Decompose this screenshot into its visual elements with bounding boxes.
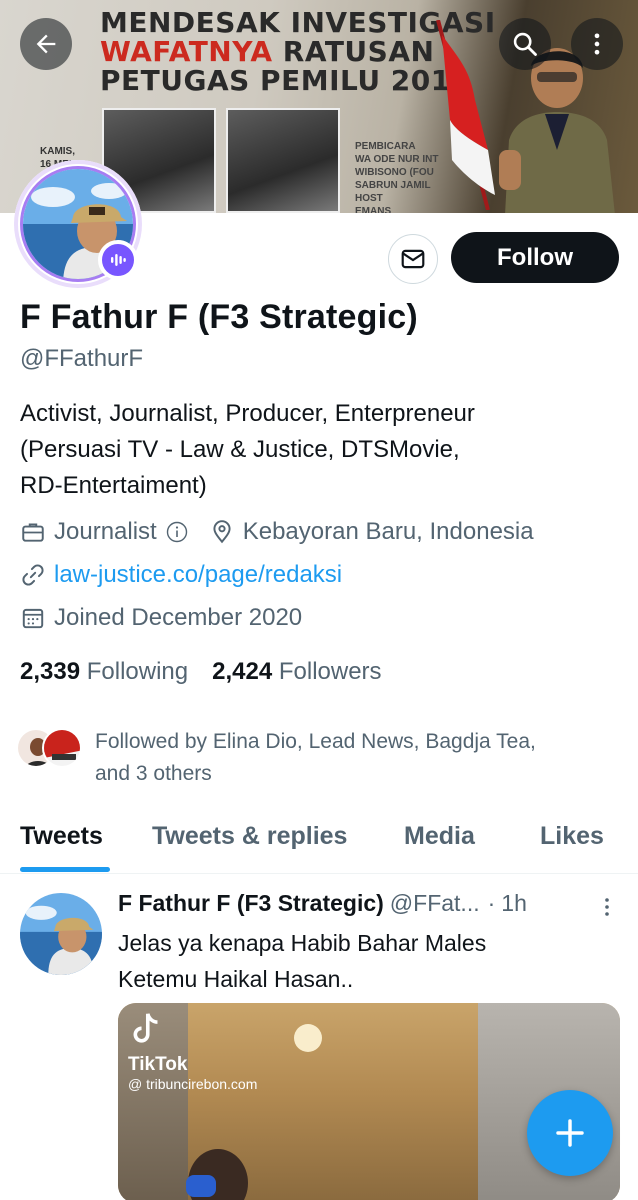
follow-button[interactable]: Follow [451,232,619,283]
more-vertical-icon [594,33,600,55]
tab-tweets-and-replies[interactable]: Tweets & replies [152,822,347,851]
tweet-header: F Fathur F (F3 Strategic) @FFat... · 1h [118,890,618,917]
link-icon [22,564,44,586]
banner-speakers-label: PEMBICARA [355,141,416,152]
following-count: 2,339 [20,658,81,685]
more-options-button[interactable] [571,18,623,70]
banner-speaker: WA ODE NUR INT [355,154,439,165]
tweet-separator: · [487,890,496,916]
tab-likes[interactable]: Likes [540,822,604,851]
banner-photo [226,108,340,213]
followers-count: 2,424 [212,658,273,685]
banner-speaker: WIBISONO (FOU [355,167,434,178]
ceiling-light [294,1024,322,1052]
avatar-photo [20,893,102,975]
profile-stats: 2,339 Following 2,424 Followers [20,658,382,686]
tiktok-watermark: TikTok @ tribuncirebon.com [128,1011,257,1092]
profile-website-link[interactable]: law-justice.co/page/redaksi [54,561,342,589]
media-person [186,1149,248,1200]
followed-by-text[interactable]: Followed by Elina Dio, Lead News, Bagdja… [95,726,615,790]
following-stat[interactable]: 2,339 Following [20,658,188,686]
profile-location: Kebayoran Baru, Indonesia [242,518,534,545]
tweet-text: Jelas ya kenapa Habib Bahar Males Ketemu… [118,925,598,997]
search-icon [513,32,537,56]
spaces-badge[interactable] [98,240,138,280]
search-button[interactable] [499,18,551,70]
banner-speaker: SABRUN JAMIL [355,180,431,191]
briefcase-icon [22,523,44,542]
bio-line: Activist, Journalist, Producer, Enterpre… [20,400,475,427]
followed-by-avatars[interactable] [16,728,82,768]
tweet-text-line: Ketemu Haikal Hasan.. [118,966,354,992]
tweet-more-icon[interactable] [600,895,614,921]
followers-label: Followers [278,658,382,685]
plus-icon [556,1119,584,1147]
banner-host-label: HOST [355,193,383,204]
profile-bio: Activist, Journalist, Producer, Enterpre… [20,396,620,504]
profile-tabs: Tweets Tweets & replies Media Likes [0,808,638,874]
followers-stat[interactable]: 2,424 Followers [212,658,381,686]
avatar [42,728,82,768]
bio-line: (Persuasi TV - Law & Justice, DTSMovie, [20,436,460,463]
banner-speakers: PEMBICARA WA ODE NUR INT WIBISONO (FOU S… [355,140,439,213]
tab-tweets[interactable]: Tweets [20,822,103,851]
tweet-author-name[interactable]: F Fathur F (F3 Strategic) [118,890,384,917]
profile-handle: @FFathurF [20,345,144,372]
compose-tweet-button[interactable] [527,1090,613,1176]
banner-photos [102,108,340,213]
info-icon[interactable] [165,520,189,544]
tiktok-logo-icon [133,1013,158,1043]
profile-website-row: law-justice.co/page/redaksi [20,561,342,589]
tab-media[interactable]: Media [404,822,475,851]
tiktok-username: @ tribuncirebon.com [128,1076,258,1092]
profile-meta-row: Journalist Kebayoran Baru, Indonesia [20,518,534,546]
location-pin-icon [213,520,231,544]
back-button[interactable] [20,18,72,70]
profile-display-name: F Fathur F (F3 Strategic) [20,298,418,336]
profile-joined-date: Joined December 2020 [54,604,303,631]
tweet-author-avatar[interactable] [20,893,102,975]
profile-joined-row: Joined December 2020 [20,604,302,632]
followed-by-line: Followed by Elina Dio, Lead News, Bagdja… [95,730,536,753]
indonesian-flag [436,20,495,210]
tweet-timestamp[interactable]: 1h [501,890,527,917]
tiktok-brand: TikTok [128,1054,188,1075]
following-label: Following [86,658,189,685]
envelope-icon [401,249,425,269]
banner-host: EMANS [355,206,392,213]
calendar-icon [22,608,44,629]
profile-category: Journalist [54,518,157,545]
tweet-author-handle[interactable]: @FFat... [390,890,480,917]
microphone-wave-icon [111,254,126,266]
banner-date-day: KAMIS, [40,146,75,157]
followed-by-line: and 3 others [95,762,212,785]
active-tab-indicator [20,867,110,872]
bio-line: RD-Entertaiment) [20,472,207,499]
message-button[interactable] [388,234,438,284]
arrow-left-icon [36,34,56,54]
tweet-text-line: Jelas ya kenapa Habib Bahar Males [118,930,487,956]
